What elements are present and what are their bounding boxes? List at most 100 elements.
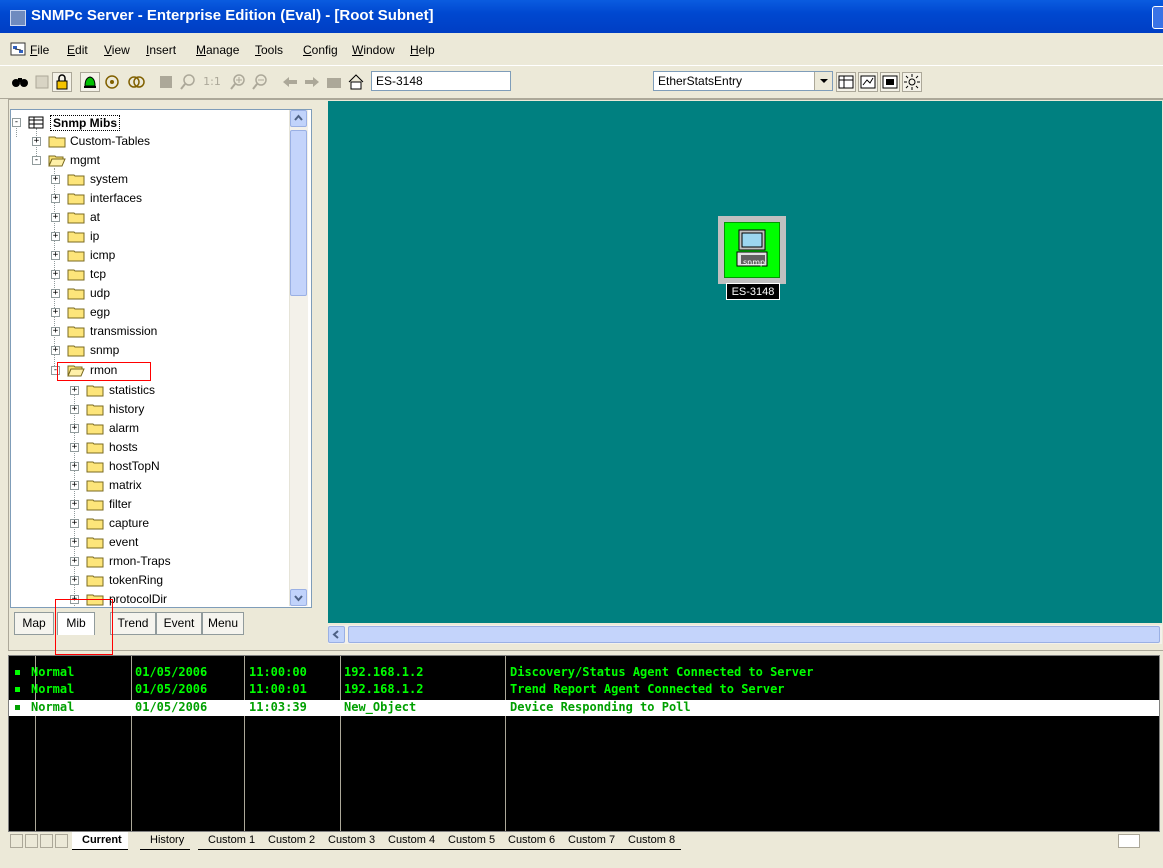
document-icon[interactable]	[10, 42, 26, 56]
first-tab-icon[interactable]	[10, 834, 23, 848]
menu-view[interactable]: View	[104, 43, 130, 57]
collapse-icon[interactable]: -	[12, 118, 21, 127]
tree-node-history[interactable]: + history	[11, 401, 301, 420]
tree-node-tcp[interactable]: + tcp	[11, 266, 301, 285]
properties-icon[interactable]	[32, 72, 52, 92]
menu-manage[interactable]: Manage	[196, 43, 239, 57]
scroll-left-icon[interactable]	[328, 626, 345, 643]
prev-tab-icon[interactable]	[25, 834, 38, 848]
expand-icon[interactable]: +	[51, 289, 60, 298]
map-scrollbar[interactable]	[328, 625, 1162, 644]
menu-window[interactable]: Window	[352, 43, 395, 57]
expand-icon[interactable]: +	[70, 443, 79, 452]
expand-icon[interactable]: +	[51, 308, 60, 317]
title-bar[interactable]: SNMPc Server - Enterprise Edition (Eval)…	[0, 0, 1163, 33]
expand-icon[interactable]: +	[51, 270, 60, 279]
device-node[interactable]: snmp	[718, 216, 786, 284]
tree-node-custom-tables[interactable]: + Custom-Tables	[11, 133, 301, 152]
tab-trend[interactable]: Trend	[110, 612, 156, 635]
expand-icon[interactable]: +	[51, 232, 60, 241]
tree-node-at[interactable]: + at	[11, 209, 301, 228]
tree-node-hosts[interactable]: + hosts	[11, 439, 301, 458]
tab-custom-6[interactable]: Custom 6	[498, 832, 562, 850]
discover-icon[interactable]	[126, 72, 146, 92]
tab-custom-1[interactable]: Custom 1	[198, 832, 262, 850]
expand-icon[interactable]: +	[70, 538, 79, 547]
zoom-out-icon[interactable]	[250, 72, 270, 92]
tree-node-event[interactable]: + event	[11, 534, 301, 553]
tab-menu[interactable]: Menu	[202, 612, 244, 635]
back-arrow-icon[interactable]	[280, 72, 300, 92]
tree-node-ip[interactable]: + ip	[11, 228, 301, 247]
table-view-icon[interactable]	[836, 72, 856, 92]
tree-node-rmon[interactable]: - rmon	[11, 362, 301, 381]
zoom-in-icon[interactable]	[228, 72, 248, 92]
tab-custom-4[interactable]: Custom 4	[378, 832, 442, 850]
expand-icon[interactable]: +	[70, 500, 79, 509]
menu-file[interactable]: File	[30, 43, 49, 57]
mib-tree[interactable]: - Snmp Mibs + Custom-Tables - mgmt + syst…	[10, 109, 312, 608]
tab-event[interactable]: Event	[156, 612, 202, 635]
forward-arrow-icon[interactable]	[302, 72, 322, 92]
scroll-down-icon[interactable]	[290, 589, 307, 606]
scroll-up-icon[interactable]	[290, 110, 307, 127]
stop-icon[interactable]	[156, 72, 176, 92]
tree-node-transmission[interactable]: + transmission	[11, 323, 301, 342]
tree-node-snmp[interactable]: + snmp	[11, 342, 301, 361]
expand-icon[interactable]: +	[70, 462, 79, 471]
tab-map[interactable]: Map	[14, 612, 54, 635]
event-row[interactable]: Normal 01/05/2006 11:00:00 192.168.1.2 D…	[9, 665, 1159, 681]
lock-icon[interactable]	[52, 72, 72, 92]
folder-up-icon[interactable]	[324, 72, 344, 92]
menu-tools[interactable]: Tools	[255, 43, 283, 57]
device-label[interactable]: ES-3148	[726, 283, 780, 300]
tab-current[interactable]: Current	[72, 832, 128, 850]
find-icon[interactable]	[10, 72, 30, 92]
expand-icon[interactable]: +	[51, 194, 60, 203]
tree-node-capture[interactable]: + capture	[11, 515, 301, 534]
tree-node-alarm[interactable]: + alarm	[11, 420, 301, 439]
poll-icon[interactable]	[102, 72, 122, 92]
tree-node-statistics[interactable]: + statistics	[11, 382, 301, 401]
event-row[interactable]: Normal 01/05/2006 11:00:01 192.168.1.2 T…	[9, 682, 1159, 698]
tab-custom-2[interactable]: Custom 2	[258, 832, 322, 850]
menu-help[interactable]: Help	[410, 43, 435, 57]
event-row-selected[interactable]: Normal 01/05/2006 11:03:39 New_Object De…	[9, 700, 1159, 716]
menu-config[interactable]: Config	[303, 43, 338, 57]
expand-icon[interactable]: +	[70, 405, 79, 414]
expand-icon[interactable]: +	[70, 519, 79, 528]
alarm-bell-icon[interactable]	[80, 72, 100, 92]
tree-node-matrix[interactable]: + matrix	[11, 477, 301, 496]
home-icon[interactable]	[346, 72, 366, 92]
tree-node-rmon-traps[interactable]: + rmon-Traps	[11, 553, 301, 572]
tab-custom-8[interactable]: Custom 8	[618, 832, 682, 850]
app-icon[interactable]	[10, 10, 26, 26]
expand-icon[interactable]: +	[32, 137, 41, 146]
expand-icon[interactable]: +	[70, 481, 79, 490]
expand-icon[interactable]: +	[70, 386, 79, 395]
collapse-icon[interactable]: -	[32, 156, 41, 165]
hscroll-left-icon[interactable]	[1118, 834, 1140, 848]
tree-node-root[interactable]: - Snmp Mibs	[11, 114, 301, 133]
chevron-down-icon[interactable]	[814, 72, 832, 90]
device-combo[interactable]: ES-3148	[371, 71, 511, 91]
menu-edit[interactable]: Edit	[67, 43, 88, 57]
scroll-thumb[interactable]	[348, 626, 1160, 643]
event-log[interactable]: Normal 01/05/2006 11:00:00 192.168.1.2 D…	[8, 655, 1160, 832]
tree-node-interfaces[interactable]: + interfaces	[11, 190, 301, 209]
expand-icon[interactable]: +	[70, 424, 79, 433]
expand-icon[interactable]: +	[51, 251, 60, 260]
report-view-icon[interactable]	[880, 72, 900, 92]
tab-custom-3[interactable]: Custom 3	[318, 832, 382, 850]
sun-icon[interactable]	[902, 72, 922, 92]
next-tab-icon[interactable]	[40, 834, 53, 848]
tree-node-udp[interactable]: + udp	[11, 285, 301, 304]
tree-node-filter[interactable]: + filter	[11, 496, 301, 515]
tab-custom-7[interactable]: Custom 7	[558, 832, 622, 850]
expand-icon[interactable]: +	[51, 213, 60, 222]
tree-node-system[interactable]: + system	[11, 171, 301, 190]
graph-view-icon[interactable]	[858, 72, 878, 92]
expand-icon[interactable]: +	[51, 346, 60, 355]
tab-custom-5[interactable]: Custom 5	[438, 832, 502, 850]
zoom-icon[interactable]	[178, 72, 198, 92]
